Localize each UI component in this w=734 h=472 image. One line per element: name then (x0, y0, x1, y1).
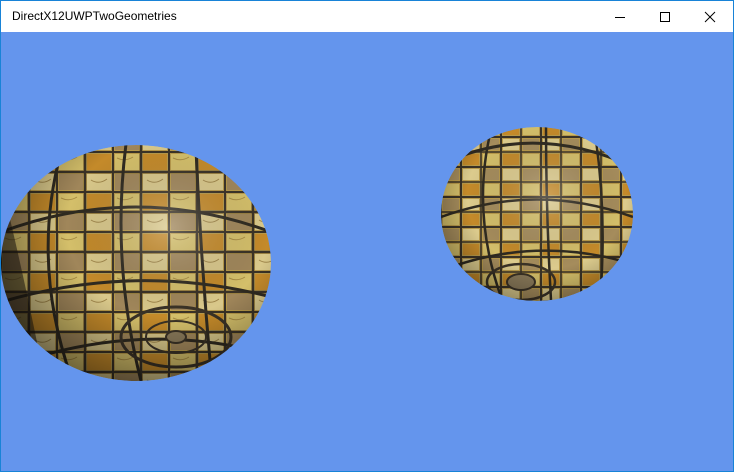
window-title: DirectX12UWPTwoGeometries (12, 9, 177, 23)
minimize-icon (615, 16, 625, 18)
app-window: DirectX12UWPTwoGeometries (0, 0, 734, 472)
maximize-button[interactable] (642, 1, 688, 32)
render-viewport[interactable] (1, 32, 733, 471)
close-button[interactable] (687, 1, 733, 32)
title-bar[interactable]: DirectX12UWPTwoGeometries (1, 1, 733, 32)
minimize-button[interactable] (597, 1, 643, 32)
textured-sphere-left (1, 145, 271, 381)
textured-sphere-right (441, 127, 633, 301)
maximize-icon (660, 11, 670, 22)
scene-canvas (1, 127, 633, 381)
close-icon (704, 11, 716, 22)
